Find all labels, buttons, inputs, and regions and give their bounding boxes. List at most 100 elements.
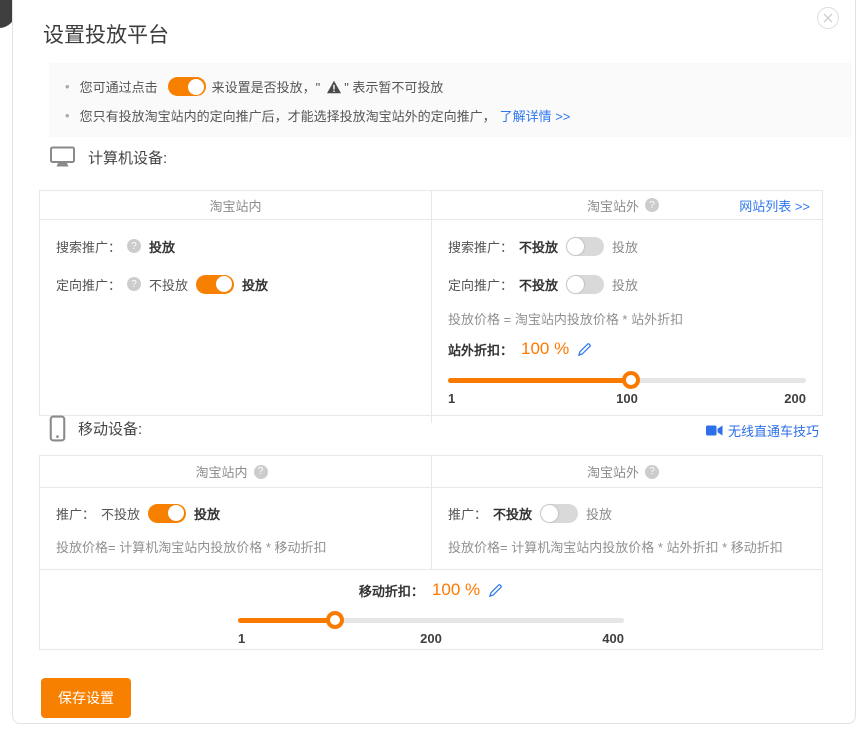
edit-pencil-icon[interactable] bbox=[577, 342, 592, 357]
scale-min: 1 bbox=[238, 631, 245, 646]
slider-fill bbox=[238, 618, 335, 623]
mobile-section-header: 移动设备: bbox=[49, 415, 142, 442]
mobile-outside-header: 淘宝站外 ? bbox=[432, 456, 822, 488]
mobile-table: 淘宝站内 ? 淘宝站外 ? 推广： 不投放 投放 投放价格= 计算机淘宝站内投放… bbox=[39, 455, 823, 650]
computer-outside-search-row: 搜索推广： 不投放 投放 bbox=[448, 234, 806, 258]
discount-value: 100 % bbox=[521, 339, 569, 359]
mobile-outside-header-label: 淘宝站外 bbox=[587, 462, 639, 481]
outside-price-formula: 投放价格 = 淘宝站内投放价格 * 站外折扣 bbox=[448, 311, 806, 329]
off-label: 不投放 bbox=[493, 504, 532, 523]
computer-outside-targeted-row: 定向推广： 不投放 投放 bbox=[448, 272, 806, 296]
slider-fill bbox=[448, 378, 631, 383]
mobile-discount-row: 移动折扣： 100 % bbox=[40, 578, 822, 602]
on-label: 投放 bbox=[612, 237, 638, 256]
computer-outside-targeted-toggle[interactable] bbox=[566, 275, 604, 294]
off-label: 不投放 bbox=[519, 275, 558, 294]
mobile-discount-section: 移动折扣： 100 % 1 200 400 bbox=[40, 569, 822, 649]
computer-inside-cell: 搜索推广： ? 投放 定向推广： ? 不投放 投放 bbox=[40, 220, 432, 423]
computer-outside-search-toggle[interactable] bbox=[566, 237, 604, 256]
help-icon[interactable]: ? bbox=[127, 239, 141, 253]
mobile-slider-scale: 1 200 400 bbox=[238, 631, 624, 649]
mobile-inside-cell: 推广： 不投放 投放 投放价格= 计算机淘宝站内投放价格 * 移动折扣 bbox=[40, 488, 432, 569]
toggle-knob bbox=[188, 79, 204, 95]
mobile-inside-header-label: 淘宝站内 bbox=[195, 462, 247, 481]
mobile-phone-icon bbox=[49, 415, 66, 442]
toggle-knob bbox=[168, 505, 184, 521]
edit-pencil-icon[interactable] bbox=[488, 583, 503, 598]
help-icon[interactable]: ? bbox=[127, 277, 141, 291]
off-label: 不投放 bbox=[519, 237, 558, 256]
mobile-outside-cell: 推广： 不投放 投放 投放价格= 计算机淘宝站内投放价格 * 站外折扣 * 移动… bbox=[432, 488, 822, 569]
computer-outside-header-label: 淘宝站外 bbox=[587, 196, 639, 215]
row-label: 定向推广： bbox=[448, 275, 513, 294]
on-label: 投放 bbox=[194, 504, 220, 523]
help-icon[interactable]: ? bbox=[254, 465, 268, 479]
hint-box: • 您可通过点击 来设置是否投放，" " 表示暂不可投放 • 您只有投放淘宝站内… bbox=[49, 63, 852, 137]
computer-section-label: 计算机设备: bbox=[88, 147, 167, 168]
computer-inside-header-label: 淘宝站内 bbox=[209, 196, 261, 215]
mobile-outside-promo-row: 推广： 不投放 投放 bbox=[448, 501, 806, 525]
wireless-tips-link[interactable]: 无线直通车技巧 bbox=[706, 421, 819, 440]
computer-outside-header: 淘宝站外 ? 网站列表 >> bbox=[432, 191, 822, 220]
video-camera-icon bbox=[706, 424, 723, 437]
wireless-tips-label: 无线直通车技巧 bbox=[728, 421, 819, 440]
set-platform-dialog: 设置投放平台 • 您可通过点击 来设置是否投放，" " 表示暂不可投放 • 您只… bbox=[12, 0, 856, 724]
mobile-inside-header: 淘宝站内 ? bbox=[40, 456, 432, 488]
discount-label: 站外折扣： bbox=[448, 340, 513, 359]
computer-table: 淘宝站内 淘宝站外 ? 网站列表 >> 搜索推广： ? 投放 定向推广： ? 不… bbox=[39, 190, 823, 416]
hint1-mid: 来设置是否投放，" bbox=[212, 77, 321, 96]
mobile-section-label: 移动设备: bbox=[78, 418, 142, 439]
hint-line-2: • 您只有投放淘宝站内的定向推广后，才能选择投放淘宝站外的定向推广， 了解详情 … bbox=[65, 102, 852, 129]
computer-section-header: 计算机设备: bbox=[49, 145, 167, 169]
mobile-outside-formula: 投放价格= 计算机淘宝站内投放价格 * 站外折扣 * 移动折扣 bbox=[448, 539, 806, 557]
row-value: 投放 bbox=[149, 237, 175, 256]
scale-mid: 100 bbox=[616, 391, 638, 406]
outside-discount-slider bbox=[448, 371, 806, 389]
computer-inside-targeted-row: 定向推广： ? 不投放 投放 bbox=[56, 272, 415, 296]
help-icon[interactable]: ? bbox=[645, 198, 659, 212]
row-label: 定向推广： bbox=[56, 275, 121, 294]
demo-toggle bbox=[168, 77, 206, 96]
toggle-knob bbox=[567, 238, 584, 255]
close-icon[interactable] bbox=[817, 7, 839, 29]
on-label: 投放 bbox=[242, 275, 268, 294]
bullet-icon: • bbox=[65, 79, 70, 94]
hint2-text: 您只有投放淘宝站内的定向推广后，才能选择投放淘宝站外的定向推广， bbox=[80, 106, 496, 125]
on-label: 投放 bbox=[586, 504, 612, 523]
close-x-glyph bbox=[823, 13, 833, 23]
computer-outside-cell: 搜索推广： 不投放 投放 定向推广： 不投放 投放 投放价格 = 淘宝站内投放价… bbox=[432, 220, 822, 423]
hint-line-1: • 您可通过点击 来设置是否投放，" " 表示暂不可投放 bbox=[65, 73, 852, 100]
site-list-link[interactable]: 网站列表 >> bbox=[739, 196, 810, 215]
scale-max: 400 bbox=[602, 631, 624, 646]
off-label: 不投放 bbox=[149, 275, 188, 294]
mobile-inside-promo-row: 推广： 不投放 投放 bbox=[56, 501, 415, 525]
save-settings-button[interactable]: 保存设置 bbox=[41, 678, 131, 718]
discount-value: 100 % bbox=[432, 580, 480, 600]
outside-slider-scale: 1 100 200 bbox=[448, 391, 806, 409]
hint1-pre: 您可通过点击 bbox=[80, 77, 158, 96]
on-label: 投放 bbox=[612, 275, 638, 294]
dialog-title: 设置投放平台 bbox=[43, 19, 169, 49]
toggle-knob bbox=[567, 276, 584, 293]
mobile-inside-promo-toggle[interactable] bbox=[148, 504, 186, 523]
warning-triangle-icon bbox=[326, 80, 342, 94]
row-label: 搜索推广： bbox=[448, 237, 513, 256]
row-label: 搜索推广： bbox=[56, 237, 121, 256]
slider-handle[interactable] bbox=[622, 371, 640, 389]
computer-inside-targeted-toggle[interactable] bbox=[196, 275, 234, 294]
mobile-outside-promo-toggle[interactable] bbox=[540, 504, 578, 523]
help-icon[interactable]: ? bbox=[645, 465, 659, 479]
row-label: 推广： bbox=[448, 504, 487, 523]
row-label: 推广： bbox=[56, 504, 95, 523]
computer-inside-header: 淘宝站内 bbox=[40, 191, 432, 220]
discount-label: 移动折扣： bbox=[359, 581, 424, 600]
computer-icon bbox=[49, 145, 76, 169]
computer-inside-search-row: 搜索推广： ? 投放 bbox=[56, 234, 415, 258]
learn-more-link[interactable]: 了解详情 >> bbox=[500, 106, 571, 125]
outside-discount-row: 站外折扣： 100 % bbox=[448, 337, 806, 361]
slider-handle[interactable] bbox=[326, 611, 344, 629]
bullet-icon: • bbox=[65, 108, 70, 123]
toggle-knob bbox=[541, 505, 558, 522]
off-label: 不投放 bbox=[101, 504, 140, 523]
mobile-inside-formula: 投放价格= 计算机淘宝站内投放价格 * 移动折扣 bbox=[56, 539, 415, 557]
